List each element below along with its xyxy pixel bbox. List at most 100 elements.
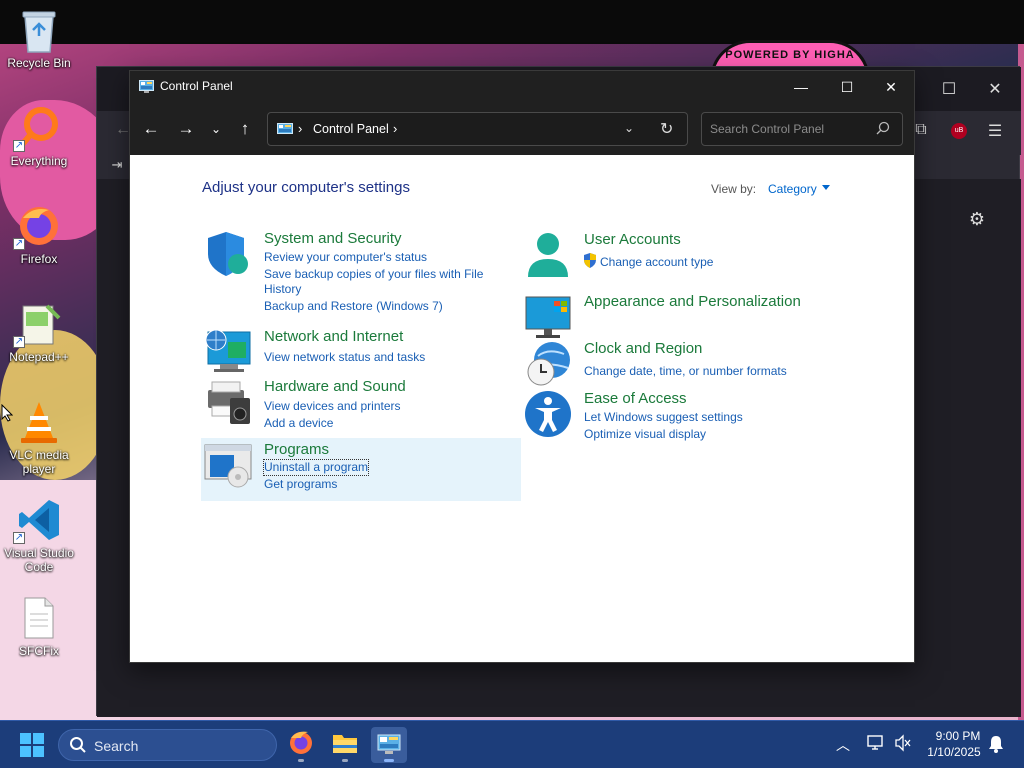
desktop-icon-label: Visual Studio Code	[4, 546, 74, 574]
desktop-icon-vscode[interactable]: ↗ Visual Studio Code	[0, 498, 78, 574]
breadcrumb-chevron-icon[interactable]: ›	[298, 121, 302, 136]
category-link[interactable]: Save backup copies of your files with Fi…	[264, 267, 494, 297]
category-title[interactable]: System and Security	[264, 230, 402, 247]
desktop-icon-notepad-plus-plus[interactable]: ↗ Notepad++	[0, 302, 78, 364]
settings-gear-icon[interactable]: ⚙	[967, 209, 987, 230]
close-button[interactable]: ✕	[868, 71, 914, 103]
network-icon[interactable]	[866, 734, 886, 757]
window-title: Control Panel	[160, 79, 233, 93]
monitor-icon	[524, 293, 572, 341]
everything-search-icon: ↗	[13, 106, 61, 152]
show-hidden-icons-chevron-icon[interactable]: ︿	[836, 735, 850, 755]
desktop-icon-recycle-bin[interactable]: Recycle Bin	[0, 8, 78, 70]
clock-time[interactable]: 9:00 PM	[930, 729, 986, 743]
firefox-icon	[290, 731, 312, 754]
category-link[interactable]: Let Windows suggest settings	[584, 410, 743, 425]
desktop-icon-label: Firefox	[20, 252, 58, 266]
active-indicator	[384, 759, 394, 762]
desktop-icon-label: SFCFix	[19, 644, 59, 658]
refresh-icon[interactable]: ↻	[660, 119, 673, 139]
uac-shield-icon	[583, 253, 597, 273]
category-title[interactable]: Clock and Region	[584, 340, 702, 357]
maximize-button[interactable]: ☐	[824, 71, 870, 103]
accessibility-icon	[524, 390, 572, 438]
desktop-icon-label: Notepad++	[9, 350, 69, 364]
breadcrumb-chevron-icon[interactable]: ›	[393, 121, 397, 136]
category-title[interactable]: User Accounts	[584, 231, 681, 248]
desktop-icon-sfcfix[interactable]: SFCFix	[0, 596, 78, 658]
shield-icon	[204, 230, 252, 278]
shortcut-arrow-icon: ↗	[13, 336, 25, 348]
page-heading: Adjust your computer's settings	[202, 179, 410, 196]
category-title[interactable]: Hardware and Sound	[264, 378, 406, 395]
address-dropdown-icon[interactable]: ⌄	[624, 121, 634, 135]
desktop-icon-firefox[interactable]: ↗ Firefox	[0, 204, 78, 266]
recent-locations-chevron-icon[interactable]: ⌄	[203, 118, 229, 140]
category-link[interactable]: View devices and printers	[264, 399, 401, 414]
taskbar-app-firefox[interactable]	[283, 727, 319, 763]
up-arrow-icon[interactable]: ↑	[232, 118, 258, 140]
firefox-icon: ↗	[13, 204, 61, 250]
dropdown-arrow-icon[interactable]	[822, 185, 830, 190]
shortcut-arrow-icon: ↗	[13, 140, 25, 152]
control-panel-window: Control Panel — ☐ ✕ ← → ⌄ ↑ › Control Pa…	[129, 70, 915, 663]
maximize-icon[interactable]: ☐	[939, 79, 959, 99]
document-icon	[17, 596, 61, 640]
taskbar-app-file-explorer[interactable]	[327, 727, 363, 763]
desktop-icon-label: Everything	[10, 154, 68, 168]
sign-in-icon[interactable]: ⇥	[107, 157, 127, 173]
forward-arrow-icon[interactable]: →	[173, 118, 199, 140]
category-link[interactable]: Backup and Restore (Windows 7)	[264, 299, 443, 314]
taskbar-app-control-panel[interactable]	[371, 727, 407, 763]
clock-globe-icon	[524, 340, 572, 388]
network-globe-icon	[204, 328, 252, 376]
view-by-label: View by:	[711, 182, 757, 196]
control-panel-icon	[139, 80, 154, 93]
programs-icon	[204, 441, 252, 489]
address-bar[interactable]: › Control Panel › ⌄ ↻	[267, 112, 688, 146]
desktop-icon-everything[interactable]: ↗ Everything	[0, 106, 78, 168]
user-icon	[524, 231, 572, 279]
shortcut-arrow-icon: ↗	[13, 532, 25, 544]
category-title[interactable]: Ease of Access	[584, 390, 687, 407]
start-button[interactable]	[20, 733, 44, 757]
shortcut-arrow-icon: ↗	[13, 238, 25, 250]
close-icon[interactable]: ✕	[985, 79, 1005, 99]
desktop-icon-label: Recycle Bin	[7, 56, 71, 70]
back-arrow-icon[interactable]: ←	[138, 118, 164, 140]
category-link[interactable]: View network status and tasks	[264, 350, 425, 365]
category-title[interactable]: Programs	[264, 441, 329, 458]
vlc-icon	[17, 400, 61, 444]
category-link[interactable]: Change date, time, or number formats	[584, 364, 787, 379]
volume-muted-icon[interactable]	[894, 734, 912, 757]
control-panel-content: Adjust your computer's settings View by:…	[130, 155, 914, 662]
minimize-button[interactable]: —	[778, 71, 824, 103]
category-link[interactable]: Optimize visual display	[584, 427, 706, 442]
window-titlebar[interactable]: Control Panel — ☐ ✕	[130, 71, 914, 103]
category-link[interactable]: Change account type	[600, 255, 713, 270]
running-indicator	[298, 759, 304, 762]
category-link[interactable]: Add a device	[264, 416, 333, 431]
clock-date[interactable]: 1/10/2025	[922, 745, 986, 759]
running-indicator	[342, 759, 348, 762]
notification-bell-icon[interactable]	[988, 735, 1004, 758]
category-title[interactable]: Network and Internet	[264, 328, 403, 345]
category-link[interactable]: Review your computer's status	[264, 250, 427, 265]
search-box[interactable]	[701, 112, 903, 146]
recycle-bin-icon	[17, 8, 61, 53]
view-by-dropdown[interactable]: Category	[768, 182, 817, 196]
search-input[interactable]	[710, 120, 870, 138]
notepad-plus-plus-icon: ↗	[13, 302, 61, 348]
category-link[interactable]: Get programs	[264, 477, 337, 492]
ublock-icon[interactable]: uB	[951, 123, 967, 139]
breadcrumb-control-panel[interactable]: Control Panel	[313, 122, 389, 136]
mouse-cursor-icon	[1, 403, 14, 427]
category-title[interactable]: Appearance and Personalization	[584, 293, 801, 310]
taskbar-search-box[interactable]: Search	[58, 729, 277, 761]
desktop-icon-label: VLC media player	[9, 448, 69, 476]
uninstall-program-link[interactable]: Uninstall a program	[262, 459, 370, 476]
windows-logo-icon	[20, 733, 44, 757]
control-panel-icon	[377, 734, 401, 754]
menu-icon[interactable]: ☰	[985, 121, 1005, 141]
search-icon[interactable]	[876, 121, 890, 140]
